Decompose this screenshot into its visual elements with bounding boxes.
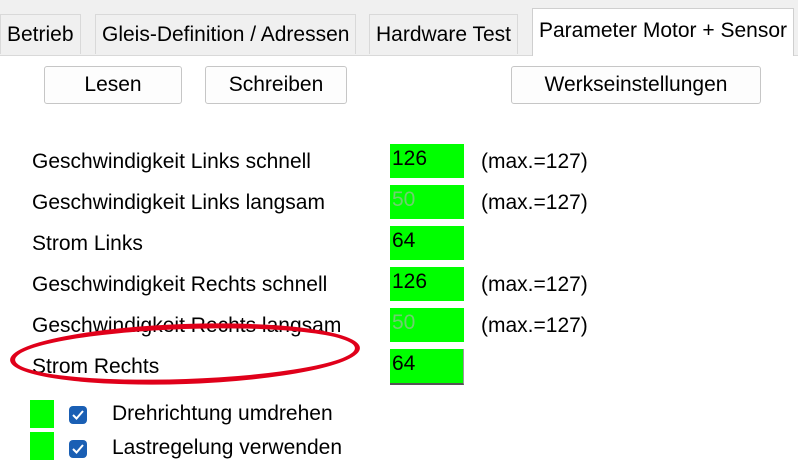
tab-hardware-test[interactable]: Hardware Test (369, 14, 519, 54)
parameter-panel: Lesen Schreiben Werkseinstellungen Gesch… (0, 56, 798, 468)
param-label-strom-links: Strom Links (32, 232, 143, 255)
tab-gleis-definition[interactable]: Gleis-Definition / Adressen (95, 14, 357, 54)
param-input-rechts-schnell[interactable]: 126 (390, 267, 464, 301)
check-icon (72, 444, 84, 454)
read-button[interactable]: Lesen (44, 66, 182, 104)
checkbox-lastregelung[interactable] (69, 440, 87, 458)
param-input-links-langsam[interactable]: 50 (390, 185, 464, 219)
param-max-rechts-langsam: (max.=127) (481, 314, 588, 337)
param-label-rechts-langsam: Geschwindigkeit Rechts langsam (32, 314, 342, 337)
tab-betrieb[interactable]: Betrieb (0, 14, 81, 54)
param-input-links-schnell[interactable]: 126 (390, 144, 464, 178)
write-button[interactable]: Schreiben (205, 66, 347, 104)
checkbox-drehrichtung[interactable] (69, 406, 87, 424)
param-input-strom-rechts[interactable]: 64 (390, 349, 464, 385)
checkbox-label-drehrichtung: Drehrichtung umdrehen (112, 402, 333, 425)
param-label-links-schnell: Geschwindigkeit Links schnell (32, 150, 311, 173)
status-indicator-lastregelung (30, 432, 54, 460)
checkbox-label-lastregelung: Lastregelung verwenden (112, 436, 342, 459)
param-max-links-langsam: (max.=127) (481, 191, 588, 214)
param-input-strom-links[interactable]: 64 (390, 226, 464, 260)
param-input-rechts-langsam[interactable]: 50 (390, 308, 464, 342)
check-icon (72, 410, 84, 420)
param-label-links-langsam: Geschwindigkeit Links langsam (32, 191, 325, 214)
param-label-strom-rechts: Strom Rechts (32, 355, 160, 378)
param-max-links-schnell: (max.=127) (481, 150, 588, 173)
status-indicator-drehrichtung (30, 400, 54, 428)
tab-parameter-motor-sensor[interactable]: Parameter Motor + Sensor (532, 8, 795, 56)
param-label-rechts-schnell: Geschwindigkeit Rechts schnell (32, 273, 328, 296)
factory-settings-button[interactable]: Werkseinstellungen (511, 66, 761, 104)
tab-bar: Betrieb Gleis-Definition / Adressen Hard… (0, 0, 798, 56)
param-max-rechts-schnell: (max.=127) (481, 273, 588, 296)
